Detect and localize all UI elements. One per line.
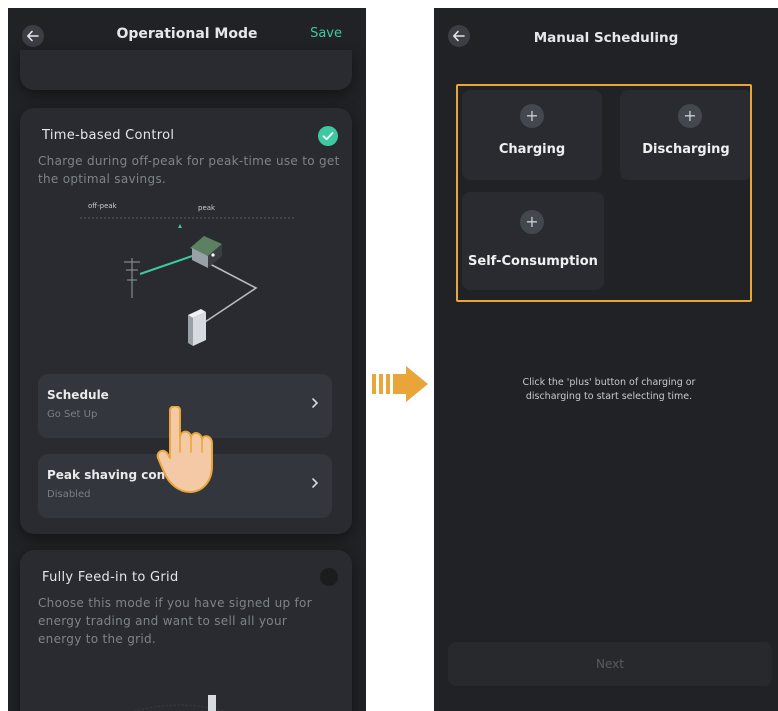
peak-shaving-subtitle: Disabled [47, 489, 91, 500]
header: Manual Scheduling [434, 8, 778, 68]
chevron-right-icon [312, 478, 319, 488]
instruction-text: Click the 'plus' button of charging or d… [522, 377, 696, 402]
operational-mode-screen: Operational Mode Save Time-based Control… [8, 8, 366, 711]
chevron-right-icon [312, 398, 319, 408]
unselected-radio-icon[interactable] [320, 568, 338, 586]
card-description: Choose this mode if you have signed up f… [38, 596, 312, 646]
transition-arrow-icon [372, 366, 428, 402]
selected-check-icon[interactable] [318, 126, 338, 146]
schedule-title: Schedule [47, 388, 109, 402]
feed-in-card[interactable]: Fully Feed-in to Grid Choose this mode i… [20, 550, 352, 711]
next-button[interactable]: Next [448, 642, 772, 686]
previous-mode-card[interactable] [20, 50, 352, 90]
card-description: Charge during off-peak for peak-time use… [38, 154, 340, 186]
tap-gesture-icon [156, 406, 213, 493]
page-title: Manual Scheduling [533, 30, 679, 46]
highlight-box [456, 84, 752, 302]
energy-system-diagram: off-peak peak [80, 198, 300, 358]
manual-scheduling-screen: Manual Scheduling + Charging + Dischargi… [434, 8, 778, 711]
card-title: Fully Feed-in to Grid [42, 570, 179, 585]
schedule-subtitle: Go Set Up [47, 409, 98, 420]
card-title: Time-based Control [42, 128, 175, 143]
feed-in-diagram [134, 695, 226, 711]
save-button[interactable]: Save [310, 26, 342, 41]
